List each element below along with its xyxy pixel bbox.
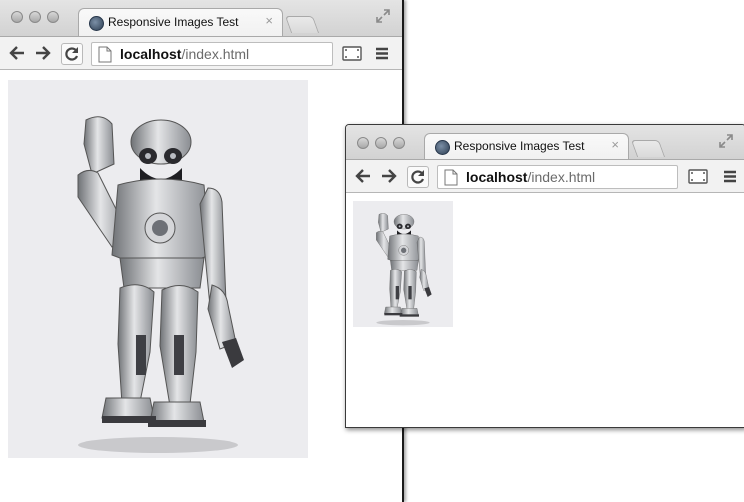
url-path: /index.html xyxy=(527,169,596,185)
arrow-right-icon[interactable] xyxy=(380,167,398,185)
arrow-left-icon[interactable] xyxy=(354,167,372,185)
address-bar[interactable]: localhost/index.html xyxy=(91,42,333,66)
browser-window-large: Responsive Images Test × localhost/index… xyxy=(0,0,404,502)
minimize-window-button[interactable] xyxy=(375,137,387,149)
url-text: localhost/index.html xyxy=(466,169,595,185)
url-path: /index.html xyxy=(181,46,250,62)
new-tab-button[interactable] xyxy=(284,16,320,33)
robot-photo xyxy=(353,201,453,327)
arrow-left-icon[interactable] xyxy=(8,44,26,62)
arrow-right-icon[interactable] xyxy=(34,44,52,62)
robot-image xyxy=(8,80,308,458)
url-host: localhost xyxy=(466,169,528,185)
url-host: localhost xyxy=(120,46,182,62)
tab-close-icon[interactable]: × xyxy=(611,138,619,152)
close-window-button[interactable] xyxy=(357,137,369,149)
reload-icon xyxy=(65,47,79,61)
page-icon xyxy=(98,46,112,63)
robot-image xyxy=(353,201,453,327)
favicon-icon xyxy=(435,140,450,155)
tab-title: Responsive Images Test xyxy=(108,15,239,29)
cast-icon[interactable] xyxy=(342,46,362,61)
minimize-window-button[interactable] xyxy=(29,11,41,23)
browser-toolbar: localhost/index.html xyxy=(346,159,744,193)
tab-title: Responsive Images Test xyxy=(454,139,585,153)
browser-toolbar: localhost/index.html xyxy=(0,36,402,70)
close-window-button[interactable] xyxy=(11,11,23,23)
address-bar[interactable]: localhost/index.html xyxy=(437,165,678,189)
tab-close-icon[interactable]: × xyxy=(265,14,273,28)
reload-button[interactable] xyxy=(61,43,83,65)
hamburger-icon[interactable] xyxy=(723,170,737,183)
zoom-window-button[interactable] xyxy=(47,11,59,23)
zoom-window-button[interactable] xyxy=(393,137,405,149)
title-bar: Responsive Images Test × xyxy=(346,125,744,159)
reload-button[interactable] xyxy=(407,166,429,188)
reload-icon xyxy=(411,170,425,184)
cast-icon[interactable] xyxy=(688,169,708,184)
title-bar: Responsive Images Test × xyxy=(0,0,402,36)
hamburger-icon[interactable] xyxy=(375,47,389,60)
page-icon xyxy=(444,169,458,186)
new-tab-button[interactable] xyxy=(630,140,666,157)
url-text: localhost/index.html xyxy=(120,46,249,62)
favicon-icon xyxy=(89,16,104,31)
robot-photo xyxy=(8,80,308,458)
fullscreen-icon[interactable] xyxy=(719,134,733,148)
window-controls xyxy=(357,137,405,149)
browser-tab[interactable]: Responsive Images Test × xyxy=(424,133,629,159)
browser-tab[interactable]: Responsive Images Test × xyxy=(78,8,283,36)
browser-window-small: Responsive Images Test × localhost/index… xyxy=(345,124,744,428)
window-controls xyxy=(11,11,59,23)
fullscreen-icon[interactable] xyxy=(376,9,390,23)
